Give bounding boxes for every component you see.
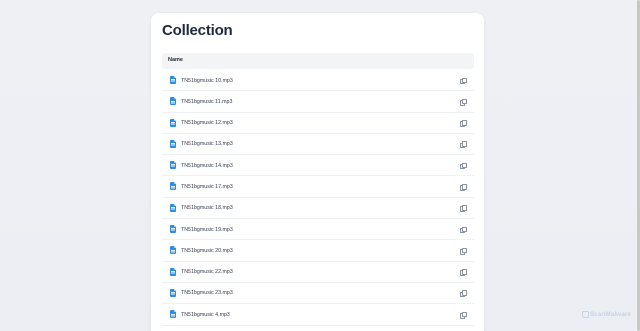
file-name[interactable]: TN51bgmusic 10.mp3	[181, 78, 233, 84]
table-row[interactable]: TN51bgmusic 22.mp3	[162, 262, 474, 283]
file-name[interactable]: TN51bgmusic 18.mp3	[181, 205, 233, 211]
scrollbar-thumb[interactable]	[636, 0, 640, 331]
copy-icon[interactable]	[460, 77, 467, 85]
file-name[interactable]: TN51bgmusic 22.mp3	[181, 269, 233, 275]
file-name[interactable]: TN51bgmusic 4.mp3	[181, 312, 230, 318]
file-audio-icon	[170, 76, 176, 84]
copy-icon[interactable]	[460, 141, 467, 149]
scanmalware-logo-icon	[581, 311, 589, 318]
table-row[interactable]: TN51bgmusic 14.mp3	[162, 155, 474, 177]
table-row[interactable]: TN51bgmusic 12.mp3	[162, 113, 474, 134]
file-audio-icon	[170, 288, 176, 297]
table-row[interactable]: TN51bgmusic 19.mp3	[162, 219, 474, 241]
file-audio-icon	[170, 97, 176, 106]
file-list: TN51bgmusic 10.mp3 TN51bgmusic 11.mp3 TN…	[162, 70, 474, 326]
file-name[interactable]: TN51bgmusic 11.mp3	[181, 99, 232, 105]
file-audio-icon	[170, 203, 176, 212]
file-name[interactable]: TN51bgmusic 14.mp3	[181, 163, 233, 169]
table-header: Name	[162, 53, 474, 69]
page-scrollbar[interactable]	[636, 0, 640, 331]
table-row[interactable]: TN51bgmusic 4.mp3	[162, 304, 474, 326]
watermark: ScanMalware	[581, 311, 631, 318]
file-name[interactable]: TN51bgmusic 13.mp3	[181, 141, 233, 147]
file-audio-icon	[170, 267, 176, 276]
table-row[interactable]: TN51bgmusic 17.mp3	[162, 176, 474, 198]
file-audio-icon	[170, 161, 176, 170]
file-audio-icon	[170, 182, 176, 191]
table-row[interactable]: TN51bgmusic 10.mp3	[162, 70, 474, 92]
file-name[interactable]: TN51bgmusic 17.mp3	[181, 184, 233, 190]
table-row[interactable]: TN51bgmusic 18.mp3	[162, 198, 474, 220]
copy-icon[interactable]	[460, 162, 467, 170]
copy-icon[interactable]	[460, 311, 467, 319]
file-name[interactable]: TN51bgmusic 12.mp3	[181, 120, 233, 126]
file-name[interactable]: TN51bgmusic 20.mp3	[181, 248, 233, 254]
copy-icon[interactable]	[460, 226, 467, 234]
file-name[interactable]: TN51bgmusic 19.mp3	[181, 227, 233, 233]
copy-icon[interactable]	[460, 290, 467, 298]
copy-icon[interactable]	[460, 247, 467, 255]
copy-icon[interactable]	[460, 183, 467, 191]
page-title: Collection	[162, 22, 233, 39]
table-row[interactable]: TN51bgmusic 20.mp3	[162, 240, 474, 262]
file-audio-icon	[170, 225, 176, 234]
collection-card: Collection Name TN51bgmusic 10.mp3 TN51b…	[151, 13, 484, 331]
copy-icon[interactable]	[460, 269, 467, 276]
file-audio-icon	[170, 246, 176, 255]
file-audio-icon	[170, 139, 176, 148]
copy-icon[interactable]	[460, 205, 467, 213]
file-audio-icon	[170, 310, 176, 319]
watermark-text: ScanMalware	[589, 311, 631, 318]
file-audio-icon	[170, 118, 176, 127]
table-row[interactable]: TN51bgmusic 23.mp3	[162, 283, 474, 305]
copy-icon[interactable]	[460, 120, 467, 127]
table-row[interactable]: TN51bgmusic 11.mp3	[162, 91, 474, 113]
column-header-name: Name	[168, 57, 183, 63]
table-row[interactable]: TN51bgmusic 13.mp3	[162, 134, 474, 156]
file-name[interactable]: TN51bgmusic 23.mp3	[181, 290, 233, 296]
copy-icon[interactable]	[460, 98, 467, 106]
